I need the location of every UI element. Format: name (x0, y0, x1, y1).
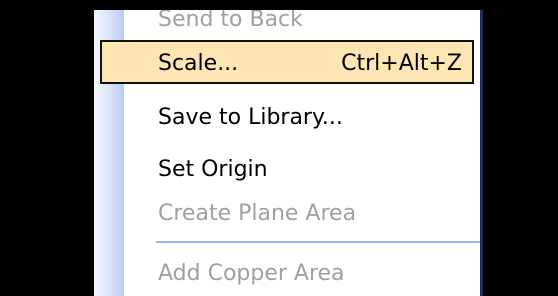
menu-item-shortcut: Ctrl+Alt+Z (341, 51, 462, 76)
context-menu: Send to Back Scale... Ctrl+Alt+Z Save to… (94, 10, 482, 296)
screen: Send to Back Scale... Ctrl+Alt+Z Save to… (0, 0, 558, 296)
menu-item-label: Save to Library... (158, 105, 343, 130)
menu-item-label: Create Plane Area (158, 201, 357, 226)
menu-border (480, 10, 483, 296)
menu-item-add-copper-area: Add Copper Area (94, 248, 480, 296)
menu-item-create-plane-area: Create Plane Area (94, 188, 480, 240)
menu-item-label: Add Copper Area (158, 261, 345, 286)
menu-separator (156, 241, 480, 243)
menu-item-save-to-library[interactable]: Save to Library... (94, 92, 480, 144)
menu-item-scale[interactable]: Scale... Ctrl+Alt+Z (100, 40, 474, 84)
menu-item-label: Scale... (158, 51, 239, 76)
